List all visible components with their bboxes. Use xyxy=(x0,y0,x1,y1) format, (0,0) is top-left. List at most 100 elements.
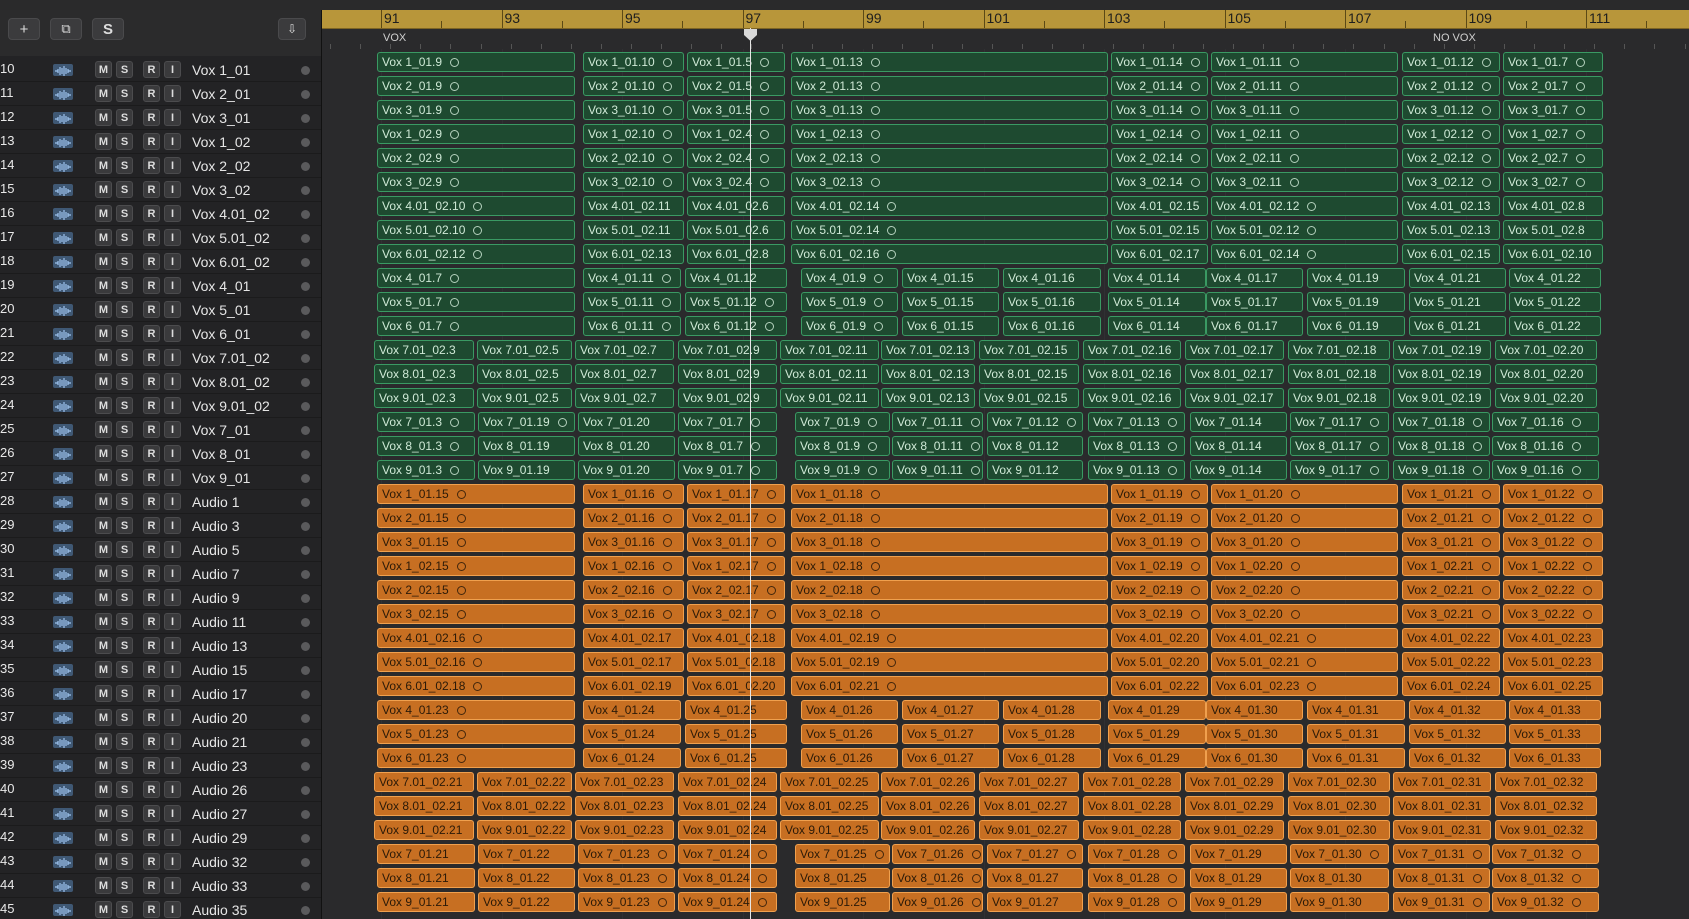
marker-no-vox[interactable]: NO VOX xyxy=(1433,32,1476,44)
duplicate-track-button[interactable]: ⧉ xyxy=(50,18,82,40)
audio-region[interactable]: Vox 5_01.27 xyxy=(902,724,999,744)
audio-region[interactable]: Vox 3_01.17 xyxy=(687,532,785,552)
audio-region[interactable]: Vox 5_01.29 xyxy=(1108,724,1206,744)
track-name[interactable]: Vox 5.01_02 xyxy=(192,230,270,246)
audio-region[interactable]: Vox 2_02.19 xyxy=(1111,580,1208,600)
record-enable-dot[interactable] xyxy=(301,858,310,867)
audio-region[interactable]: Vox 6_01.33 xyxy=(1509,748,1601,768)
audio-region[interactable]: Vox 3_02.4 xyxy=(687,172,785,192)
audio-region[interactable]: Vox 2_02.22 xyxy=(1503,580,1603,600)
track-header-row[interactable]: 43 M S R I Audio 32 xyxy=(0,850,321,874)
track-header-row[interactable]: 26 M S R I Vox 8_01 xyxy=(0,442,321,466)
solo-button[interactable]: S xyxy=(116,253,133,270)
record-arm-button[interactable]: R xyxy=(143,373,160,390)
input-monitor-button[interactable]: I xyxy=(164,157,181,174)
track-name[interactable]: Audio 7 xyxy=(192,566,239,582)
audio-region[interactable]: Vox 4.01_02.16 xyxy=(377,628,575,648)
solo-button[interactable]: S xyxy=(116,565,133,582)
audio-region[interactable]: Vox 9.01_02.19 xyxy=(1393,388,1491,408)
audio-region[interactable]: Vox 3_02.15 xyxy=(377,604,575,624)
track-header-row[interactable]: 24 M S R I Vox 9.01_02 xyxy=(0,394,321,418)
audio-region[interactable]: Vox 6.01_02.24 xyxy=(1402,676,1500,696)
audio-region[interactable]: Vox 7.01_02.27 xyxy=(979,772,1079,792)
audio-region[interactable]: Vox 7_01.22 xyxy=(478,844,575,864)
audio-region[interactable]: Vox 4.01_02.15 xyxy=(1111,196,1208,216)
audio-region[interactable]: Vox 3_02.13 xyxy=(791,172,1108,192)
record-enable-dot[interactable] xyxy=(301,714,310,723)
audio-region[interactable]: Vox 1_01.12 xyxy=(1402,52,1500,72)
audio-region[interactable]: Vox 1_02.9 xyxy=(377,124,575,144)
track-name[interactable]: Audio 5 xyxy=(192,542,239,558)
audio-region[interactable]: Vox 8.01_02.22 xyxy=(477,796,572,816)
record-arm-button[interactable]: R xyxy=(143,733,160,750)
audio-region[interactable]: Vox 7_01.19 xyxy=(478,412,575,432)
audio-region[interactable]: Vox 4_01.27 xyxy=(902,700,999,720)
audio-region[interactable]: Vox 6.01_02.22 xyxy=(1111,676,1208,696)
audio-region[interactable]: Vox 1_02.12 xyxy=(1402,124,1500,144)
solo-button[interactable]: S xyxy=(116,661,133,678)
audio-region[interactable]: Vox 7.01_02.5 xyxy=(477,340,572,360)
track-header-row[interactable]: 33 M S R I Audio 11 xyxy=(0,610,321,634)
audio-region[interactable]: Vox 1_02.17 xyxy=(687,556,785,576)
solo-button[interactable]: S xyxy=(116,685,133,702)
audio-region[interactable]: Vox 8.01_02.19 xyxy=(1393,364,1491,384)
input-monitor-button[interactable]: I xyxy=(164,133,181,150)
solo-button[interactable]: S xyxy=(116,109,133,126)
track-header-row[interactable]: 22 M S R I Vox 7.01_02 xyxy=(0,346,321,370)
audio-region[interactable]: Vox 7_01.14 xyxy=(1190,412,1287,432)
track-name[interactable]: Vox 4_01 xyxy=(192,278,250,294)
audio-region[interactable]: Vox 8_01.18 xyxy=(1393,436,1490,456)
audio-region[interactable]: Vox 3_01.19 xyxy=(1111,532,1208,552)
audio-region[interactable]: Vox 7.01_02.28 xyxy=(1083,772,1181,792)
record-enable-dot[interactable] xyxy=(301,450,310,459)
input-monitor-button[interactable]: I xyxy=(164,109,181,126)
record-enable-dot[interactable] xyxy=(301,330,310,339)
audio-region[interactable]: Vox 3_01.11 xyxy=(1211,100,1398,120)
record-enable-dot[interactable] xyxy=(301,546,310,555)
audio-region[interactable]: Vox 6_01.12 xyxy=(685,316,787,336)
audio-region[interactable]: Vox 5.01_02.23 xyxy=(1503,652,1603,672)
audio-region[interactable]: Vox 8.01_02.25 xyxy=(780,796,879,816)
audio-region[interactable]: Vox 3_02.9 xyxy=(377,172,575,192)
audio-region[interactable]: Vox 1_02.22 xyxy=(1503,556,1603,576)
solo-button[interactable]: S xyxy=(116,637,133,654)
input-monitor-button[interactable]: I xyxy=(164,85,181,102)
record-arm-button[interactable]: R xyxy=(143,877,160,894)
audio-region[interactable]: Vox 8_01.31 xyxy=(1393,868,1490,888)
record-arm-button[interactable]: R xyxy=(143,517,160,534)
playhead-icon[interactable] xyxy=(743,28,758,42)
mute-button[interactable]: M xyxy=(95,901,112,918)
audio-region[interactable]: Vox 5_01.14 xyxy=(1108,292,1206,312)
audio-region[interactable]: Vox 8_01.17 xyxy=(1290,436,1389,456)
record-arm-button[interactable]: R xyxy=(143,565,160,582)
track-header-row[interactable]: 19 M S R I Vox 4_01 xyxy=(0,274,321,298)
record-enable-dot[interactable] xyxy=(301,210,310,219)
record-arm-button[interactable]: R xyxy=(143,109,160,126)
solo-button[interactable]: S xyxy=(116,781,133,798)
audio-region[interactable]: Vox 8_01.22 xyxy=(478,868,575,888)
audio-region[interactable]: Vox 4_01.23 xyxy=(377,700,575,720)
mute-button[interactable]: M xyxy=(95,493,112,510)
track-name[interactable]: Audio 27 xyxy=(192,806,247,822)
add-track-button[interactable]: + xyxy=(8,18,40,40)
audio-region[interactable]: Vox 1_02.11 xyxy=(1211,124,1398,144)
audio-region[interactable]: Vox 6_01.32 xyxy=(1409,748,1506,768)
record-arm-button[interactable]: R xyxy=(143,709,160,726)
audio-region[interactable]: Vox 8_01.19 xyxy=(478,436,575,456)
audio-region[interactable]: Vox 7_01.31 xyxy=(1393,844,1490,864)
audio-region[interactable]: Vox 2_01.12 xyxy=(1402,76,1500,96)
audio-region[interactable]: Vox 3_01.5 xyxy=(687,100,785,120)
audio-region[interactable]: Vox 9_01.14 xyxy=(1190,460,1287,480)
track-name[interactable]: Vox 3_02 xyxy=(192,182,250,198)
solo-button[interactable]: S xyxy=(116,421,133,438)
solo-button[interactable]: S xyxy=(116,445,133,462)
track-header-row[interactable]: 14 M S R I Vox 2_02 xyxy=(0,154,321,178)
track-name[interactable]: Audio 32 xyxy=(192,854,247,870)
audio-region[interactable]: Vox 2_01.18 xyxy=(791,508,1108,528)
audio-region[interactable]: Vox 6_01.29 xyxy=(1108,748,1206,768)
audio-region[interactable]: Vox 6.01_02.13 xyxy=(583,244,684,264)
solo-button[interactable]: S xyxy=(116,805,133,822)
audio-region[interactable]: Vox 4.01_02.6 xyxy=(687,196,785,216)
audio-region[interactable]: Vox 4_01.14 xyxy=(1108,268,1206,288)
track-header-row[interactable]: 16 M S R I Vox 4.01_02 xyxy=(0,202,321,226)
